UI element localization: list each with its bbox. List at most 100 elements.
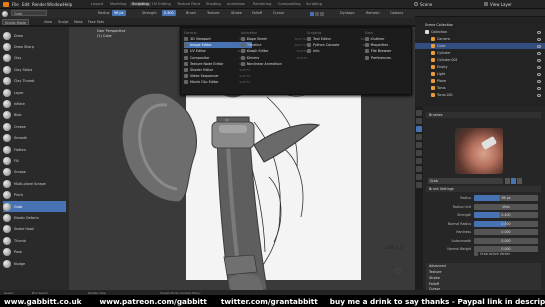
outliner-row-plane[interactable]: Plane	[415, 78, 545, 84]
tab-shading[interactable]: Shading	[206, 2, 221, 6]
dyntopo-menu[interactable]: Dyntopo	[340, 10, 354, 16]
properties-tab-icon[interactable]	[416, 166, 422, 172]
visibility-eye-icon[interactable]	[537, 58, 541, 62]
visibility-eye-icon[interactable]	[537, 51, 541, 55]
properties-tab-icon[interactable]	[416, 150, 422, 156]
remesh-menu[interactable]: Remesh	[366, 10, 380, 16]
hardness-field[interactable]: 0.000	[474, 229, 538, 235]
tool-smooth[interactable]: Smooth	[3, 133, 66, 144]
footer-twitter[interactable]: twitter.com/grantabbitt	[221, 297, 318, 306]
visibility-eye-icon[interactable]	[537, 44, 541, 48]
stroke-menu[interactable]: Stroke	[231, 10, 242, 16]
tool-blob[interactable]: Blob	[3, 110, 66, 121]
outliner-row-collection[interactable]: Collection	[415, 29, 545, 35]
brush-fake-user-icon[interactable]	[505, 178, 510, 184]
tool-nudge[interactable]: Nudge	[3, 258, 66, 269]
tool-inflate[interactable]: Inflate	[3, 98, 66, 109]
tab-modeling[interactable]: Modeling	[110, 2, 126, 6]
menu-edit[interactable]: Edit	[22, 2, 30, 7]
tool-thumb[interactable]: Thumb	[3, 235, 66, 246]
visibility-eye-icon[interactable]	[537, 30, 541, 34]
footer-website[interactable]: www.gabbitt.co.uk	[4, 297, 82, 306]
options-menu[interactable]: Options	[390, 10, 403, 16]
grab-active-vertex-checkbox[interactable]	[474, 252, 478, 256]
outliner-row-torus-001[interactable]: Torus.001	[415, 92, 545, 98]
menu-window[interactable]: Window	[47, 2, 63, 7]
tool-scrape[interactable]: Scrape	[3, 167, 66, 178]
tool-pose[interactable]: Pose	[3, 247, 66, 258]
properties-tab-icon[interactable]	[416, 158, 422, 164]
mask-menu[interactable]: Mask	[74, 19, 83, 25]
visibility-eye-icon[interactable]	[537, 86, 541, 90]
brush-name-datablock[interactable]: Grab	[428, 178, 503, 184]
radius-field[interactable]: 96 px	[474, 195, 538, 201]
outliner-row-cylinder-001[interactable]: Cylinder.001	[415, 57, 545, 63]
menu-item-movie-clip-editor[interactable]: Movie Clip Editor Shift F2	[184, 79, 252, 85]
properties-tab-icon[interactable]	[416, 174, 422, 180]
properties-tab-icon[interactable]	[416, 118, 422, 124]
brushes-section-header[interactable]: Brushes	[426, 112, 541, 118]
tool-crease[interactable]: Crease	[3, 121, 66, 132]
tab-layout[interactable]: Layout	[91, 2, 103, 6]
blender-logo-icon[interactable]	[3, 2, 9, 7]
tool-clay-strips[interactable]: Clay Strips	[3, 64, 66, 75]
tab-rendering[interactable]: Rendering	[253, 2, 271, 6]
properties-tab-icon[interactable]	[416, 134, 422, 140]
view-menu[interactable]: View	[44, 19, 52, 25]
cursor-menu[interactable]: Cursor	[273, 10, 284, 16]
tool-layer[interactable]: Layer	[3, 87, 66, 98]
autosmooth-field[interactable]: 0.000	[474, 237, 538, 244]
tool-flatten[interactable]: Flatten	[3, 144, 66, 155]
sculpt-menu[interactable]: Sculpt	[58, 19, 69, 25]
tool-grab[interactable]: Grab	[3, 201, 66, 212]
menu-item-nonlinear-animation[interactable]: Nonlinear Animation	[241, 61, 309, 67]
tab-scripting[interactable]: Scripting	[306, 2, 322, 6]
radius-field[interactable]: 96 px	[112, 10, 126, 16]
outliner-row-torus[interactable]: Torus	[415, 85, 545, 91]
symmetry-x-toggle[interactable]	[310, 11, 314, 16]
visibility-eye-icon[interactable]	[537, 65, 541, 69]
visibility-eye-icon[interactable]	[537, 79, 541, 83]
properties-tab-icon[interactable]	[416, 110, 422, 116]
tool-clay[interactable]: Clay	[3, 53, 66, 64]
tool-multi-plane-scrape[interactable]: Multi-plane Scrape	[3, 178, 66, 189]
footer-patreon[interactable]: www.patreon.com/gabbitt	[100, 297, 207, 306]
outliner-row-light[interactable]: Light	[415, 71, 545, 77]
outliner-row-camera[interactable]: Camera	[415, 36, 545, 42]
radius-unit-field[interactable]: View	[474, 203, 538, 210]
tab-uv-editing[interactable]: UV Editing	[152, 2, 171, 6]
symmetry-z-toggle[interactable]	[320, 11, 324, 16]
scene-selector[interactable]: Scene	[420, 2, 432, 7]
strength-field[interactable]: 0.400	[162, 10, 176, 16]
brush-preview-thumbnail[interactable]	[455, 128, 503, 174]
tool-draw[interactable]: Draw	[3, 30, 66, 41]
strength-field[interactable]: 0.400	[474, 212, 538, 218]
brush-settings-section-header[interactable]: Brush Settings	[426, 186, 541, 192]
outliner-row-cylinder[interactable]: Cylinder	[415, 50, 545, 56]
outliner-row-cube[interactable]: Cube	[415, 43, 545, 49]
brush-name-field[interactable]: Grab	[11, 10, 47, 16]
tab-animation[interactable]: Animation	[227, 2, 245, 6]
brush-icon[interactable]	[2, 10, 8, 17]
visibility-eye-icon[interactable]	[537, 37, 541, 41]
tab-texture-paint[interactable]: Texture Paint	[177, 2, 200, 6]
menu-render[interactable]: Render	[32, 2, 46, 7]
view-layer-selector[interactable]: View Layer	[490, 2, 512, 7]
normal-radius-field[interactable]: 0.500	[474, 220, 538, 227]
outliner-row-empty[interactable]: Empty	[415, 64, 545, 70]
tool-pinch[interactable]: Pinch	[3, 190, 66, 201]
menu-file[interactable]: File	[12, 2, 19, 7]
properties-tab-icon[interactable]	[416, 182, 422, 188]
visibility-eye-icon[interactable]	[537, 93, 541, 97]
brush-new-icon[interactable]	[511, 178, 516, 184]
properties-tab-icon[interactable]	[416, 126, 422, 132]
tool-elastic-deform[interactable]: Elastic Deform	[3, 212, 66, 223]
brush-menu[interactable]: Brush	[186, 10, 196, 16]
tool-draw-sharp[interactable]: Draw Sharp	[3, 41, 66, 52]
tool-snake-hook[interactable]: Snake Hook	[3, 224, 66, 235]
properties-tab-icon[interactable]	[416, 142, 422, 148]
texture-menu[interactable]: Texture	[207, 10, 219, 16]
footer-coffee[interactable]: buy me a drink to say thanks - Paypal li…	[330, 297, 545, 306]
tool-fill[interactable]: Fill	[3, 155, 66, 166]
visibility-eye-icon[interactable]	[537, 72, 541, 76]
